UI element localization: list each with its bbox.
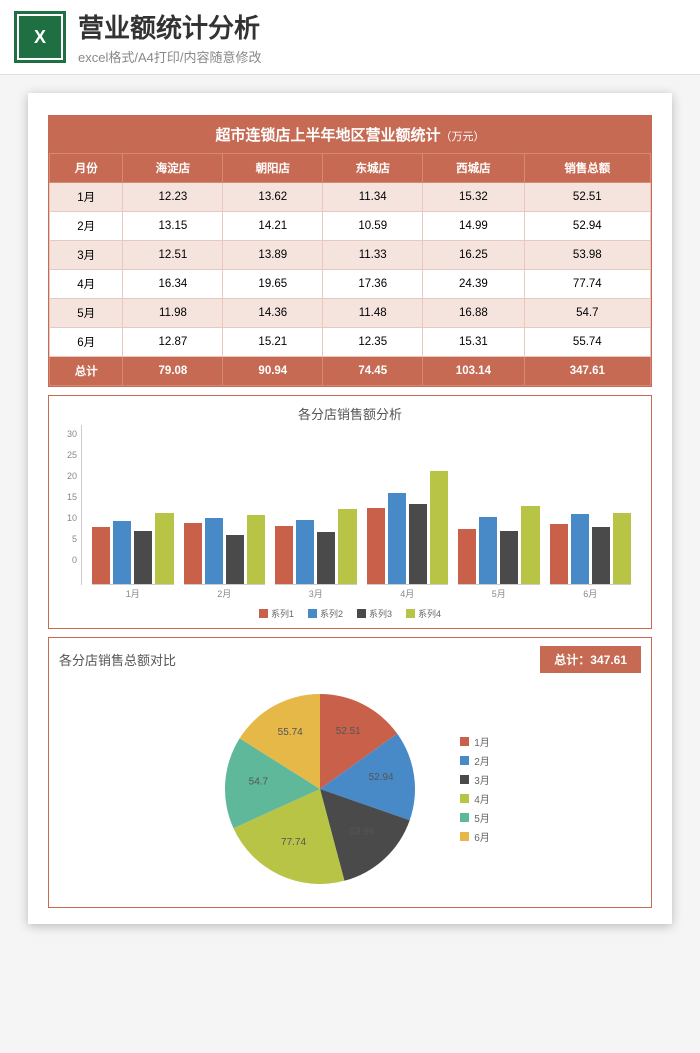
bar: [226, 535, 244, 584]
bar: [571, 514, 589, 584]
pie-chart: 52.51 52.94 53.98 77.74 54.7 55.74: [210, 679, 430, 899]
total-row: 总计79.0890.9474.45103.14347.61: [50, 357, 651, 386]
table-row: 1月12.2313.6211.3415.3252.51: [50, 183, 651, 212]
col-header: 东城店: [323, 154, 423, 183]
bar: [592, 527, 610, 584]
document-page: 超市连锁店上半年地区营业额统计（万元） 月份海淀店朝阳店东城店西城店销售总额 1…: [28, 93, 672, 924]
bar: [458, 529, 476, 585]
table-row: 5月11.9814.3611.4816.8854.7: [50, 299, 651, 328]
bar-chart-title: 各分店销售额分析: [59, 404, 641, 423]
bar: [134, 531, 152, 584]
data-table-wrap: 超市连锁店上半年地区营业额统计（万元） 月份海淀店朝阳店东城店西城店销售总额 1…: [48, 115, 652, 387]
pie-legend: 1月 2月 3月 4月 5月 6月: [460, 730, 490, 848]
legend-item: 2月: [460, 753, 490, 768]
bar-group: [550, 445, 632, 585]
bar: [317, 532, 335, 584]
legend-item: 6月: [460, 829, 490, 844]
bar: [388, 493, 406, 584]
legend-item: 3月: [460, 772, 490, 787]
col-header: 西城店: [423, 154, 524, 183]
bar: [430, 471, 448, 584]
bar-group: [184, 445, 266, 585]
svg-text:53.98: 53.98: [350, 826, 375, 837]
pie-total-badge: 总计：347.61: [540, 646, 641, 673]
legend-item: 5月: [460, 810, 490, 825]
bar-chart-box: 各分店销售额分析 302520151050 系列1系列2系列3系列4: [48, 395, 652, 629]
svg-text:77.74: 77.74: [281, 837, 306, 848]
bar-legend: 系列1系列2系列3系列4: [59, 607, 641, 620]
col-header: 销售总额: [524, 154, 650, 183]
bar: [367, 508, 385, 584]
bar: [409, 504, 427, 584]
bar: [247, 515, 265, 584]
bar: [338, 509, 356, 584]
bar-group: [458, 445, 540, 585]
svg-text:54.7: 54.7: [249, 777, 269, 788]
svg-text:52.94: 52.94: [369, 772, 394, 783]
table-row: 4月16.3419.6517.3624.3977.74: [50, 270, 651, 299]
bar: [275, 526, 293, 584]
table-row: 3月12.5113.8911.3316.2553.98: [50, 241, 651, 270]
bar-group: [92, 445, 174, 585]
banner-subtitle: excel格式/A4打印/内容随意修改: [78, 47, 686, 66]
pie-chart-box: 各分店销售总额对比 总计：347.61 52.51 52.94 53.98 77.74…: [48, 637, 652, 908]
bar: [92, 527, 110, 584]
table-row: 2月13.1514.2110.5914.9952.94: [50, 212, 651, 241]
col-header: 朝阳店: [223, 154, 323, 183]
bar: [521, 506, 539, 584]
bar-group: [275, 445, 357, 585]
bar: [155, 513, 173, 584]
table-row: 6月12.8715.2112.3515.3155.74: [50, 328, 651, 357]
excel-icon: X: [14, 11, 66, 63]
bar: [113, 521, 131, 584]
data-table: 月份海淀店朝阳店东城店西城店销售总额 1月12.2313.6211.3415.3…: [49, 153, 651, 386]
svg-text:55.74: 55.74: [278, 727, 303, 738]
banner: X 营业额统计分析 excel格式/A4打印/内容随意修改: [0, 0, 700, 75]
bar-groups: [81, 425, 641, 585]
bar-group: [367, 445, 449, 585]
bar: [613, 513, 631, 584]
col-header: 月份: [50, 154, 123, 183]
bar-y-axis: 302520151050: [59, 425, 81, 585]
bar: [296, 520, 314, 584]
bar: [500, 531, 518, 584]
bar: [184, 523, 202, 584]
bar: [550, 524, 568, 584]
bar: [479, 517, 497, 584]
col-header: 海淀店: [123, 154, 223, 183]
bar: [205, 518, 223, 584]
legend-item: 4月: [460, 791, 490, 806]
pie-chart-title: 各分店销售总额对比: [59, 650, 176, 669]
banner-title: 营业额统计分析: [78, 8, 686, 45]
svg-text:52.51: 52.51: [336, 726, 361, 737]
table-title: 超市连锁店上半年地区营业额统计（万元）: [49, 116, 651, 153]
legend-item: 1月: [460, 734, 490, 749]
